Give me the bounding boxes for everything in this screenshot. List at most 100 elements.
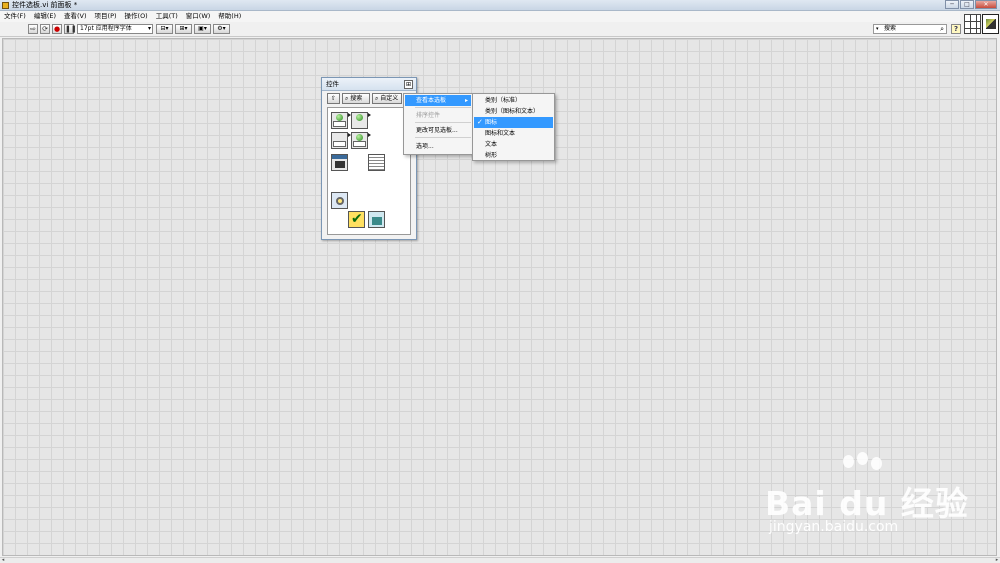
submenu-item-text[interactable]: 文本 [474, 139, 553, 150]
paw-icon [871, 457, 882, 470]
submenu-item-label: 树形 [485, 152, 498, 159]
baidu-watermark: Bai du 经验 jingyan.baidu.com [765, 452, 968, 540]
search-input[interactable]: ▾ 搜索 ⌕ [873, 24, 947, 34]
abort-icon[interactable]: ● [52, 24, 62, 34]
array-display-icon [353, 141, 366, 147]
menu-item-label: 排序控件 [416, 112, 441, 119]
title-bar: 控件选板.vi 前面板 * ─ □ ✕ [0, 0, 1000, 11]
context-help-button[interactable]: ? [951, 24, 961, 34]
palette-up-button[interactable]: ⇧ [327, 93, 340, 104]
palette-search-label: 搜索 [350, 95, 363, 102]
submenu-item-label: 文本 [485, 141, 498, 148]
menu-item-label: 更改可见选板... [416, 127, 458, 134]
boolean-control-icon[interactable] [351, 112, 371, 129]
paw-icon [843, 455, 854, 468]
menu-operate[interactable]: 操作(O) [121, 11, 152, 22]
menu-window[interactable]: 窗口(W) [182, 11, 215, 22]
scroll-right-icon[interactable]: ▸ [994, 558, 1000, 563]
vi-icon-graphic [986, 19, 996, 29]
font-select[interactable]: 17pt 应用程序字体 ▾ [77, 24, 153, 34]
connector-pane-icon[interactable] [964, 14, 981, 34]
menu-tools[interactable]: 工具(T) [152, 11, 182, 22]
numeric-display-icon [333, 121, 346, 127]
window-controls: ─ □ ✕ [944, 0, 997, 10]
palette-customize-button[interactable]: ⌕ 自定义 [372, 93, 402, 104]
array-matrix-icon[interactable] [351, 132, 371, 149]
palette-title-bar[interactable]: 控件 ⊞ [322, 78, 416, 91]
submenu-item-tree[interactable]: 树形 [474, 150, 553, 161]
menu-view[interactable]: 查看(V) [60, 11, 91, 22]
pause-icon[interactable]: ❚❚ [64, 24, 77, 34]
submenu-item-label: 类别（图标和文本） [485, 108, 540, 115]
pin-icon[interactable]: ⊞ [404, 80, 413, 89]
magnifier-icon: ⌕ [345, 95, 349, 102]
menu-separator [415, 107, 471, 108]
labview-app-icon [2, 2, 9, 9]
submenu-item-icons-and-text[interactable]: 图标和文本 [474, 128, 553, 139]
io-graphic [372, 217, 382, 225]
reorder-icon[interactable]: ⚙▾ [213, 24, 230, 34]
view-submenu: 类别（标准） 类别（图标和文本） ✓ 图标 图标和文本 文本 树形 [472, 93, 555, 161]
string-display-icon [333, 141, 346, 147]
palette-toolbar: ⇧ ⌕ 搜索 ⌕ 自定义 [327, 93, 404, 105]
scroll-left-icon[interactable]: ◂ [0, 558, 6, 563]
submenu-item-label: 图标和文本 [485, 130, 516, 137]
palette-title: 控件 [326, 80, 339, 88]
distribute-objects-icon[interactable]: ⊞▾ [175, 24, 192, 34]
align-objects-icon[interactable]: ⊟▾ [156, 24, 173, 34]
close-button[interactable]: ✕ [975, 0, 997, 9]
search-dropdown-icon[interactable]: ▾ [876, 25, 879, 33]
numeric-led-icon [336, 114, 343, 121]
submenu-arrow-icon: ▸ [464, 97, 468, 104]
run-arrow-icon[interactable]: ⇨ [28, 24, 38, 34]
submenu-arrow-icon [368, 113, 371, 117]
string-path-icon[interactable] [331, 132, 351, 149]
menu-separator [415, 137, 471, 138]
search-icon[interactable]: ⌕ [940, 25, 944, 33]
ring-enum-icon[interactable] [331, 192, 348, 209]
array-led-icon [356, 134, 363, 141]
submenu-item-label: 类别（标准） [485, 97, 522, 104]
search-placeholder: 搜索 [884, 25, 897, 32]
numeric-control-icon[interactable] [331, 112, 351, 129]
window-title: 控件选板.vi 前面板 * [12, 1, 78, 9]
palette-icon-area: ✔ [327, 107, 411, 235]
watermark-brand: Bai du 经验 [765, 484, 969, 523]
horizontal-scrollbar[interactable]: ◂ ▸ [0, 557, 1000, 563]
resize-objects-icon[interactable]: ▣▾ [194, 24, 211, 34]
submenu-arrow-icon [368, 133, 371, 137]
menu-item-options[interactable]: 选项... [405, 141, 471, 152]
checkmark-icon: ✔ [351, 211, 363, 227]
palette-customize-label: 自定义 [380, 95, 399, 102]
watermark-url: jingyan.baidu.com [769, 519, 899, 535]
menu-bar: 文件(F) 编辑(E) 查看(V) 项目(P) 操作(O) 工具(T) 窗口(W… [0, 11, 960, 22]
menu-file[interactable]: 文件(F) [0, 11, 30, 22]
submenu-item-category-standard[interactable]: 类别（标准） [474, 95, 553, 106]
menu-item-view-this-palette[interactable]: 查看本选板 ▸ [405, 95, 471, 106]
palette-search-button[interactable]: ⌕ 搜索 [342, 93, 370, 104]
decorations-check-icon[interactable]: ✔ [348, 211, 365, 228]
container-graphic [335, 161, 345, 168]
menu-item-sort-controls: 排序控件 [405, 110, 471, 121]
minimize-button[interactable]: ─ [945, 0, 959, 9]
font-select-value: 17pt 应用程序字体 [80, 25, 132, 32]
menu-help[interactable]: 帮助(H) [214, 11, 245, 22]
menu-project[interactable]: 项目(P) [91, 11, 121, 22]
io-dialog-icon[interactable] [368, 211, 385, 228]
maximize-button[interactable]: □ [960, 0, 974, 9]
vi-icon[interactable] [982, 14, 999, 34]
paw-icon [857, 452, 868, 465]
ring-graphic [336, 197, 344, 205]
containers-icon[interactable] [331, 154, 348, 171]
run-continuously-icon[interactable]: ⟳ [40, 24, 50, 34]
submenu-item-icons[interactable]: ✓ 图标 [474, 117, 553, 128]
list-table-icon[interactable] [368, 154, 385, 171]
menu-item-change-visible-palettes[interactable]: 更改可见选板... [405, 125, 471, 136]
submenu-item-label: 图标 [485, 119, 498, 126]
menu-item-label: 查看本选板 [416, 97, 447, 104]
menu-separator [415, 122, 471, 123]
menu-edit[interactable]: 编辑(E) [30, 11, 60, 22]
customize-icon: ⌕ [375, 95, 379, 102]
submenu-item-category-icons-text[interactable]: 类别（图标和文本） [474, 106, 553, 117]
chevron-down-icon: ▾ [147, 25, 151, 32]
